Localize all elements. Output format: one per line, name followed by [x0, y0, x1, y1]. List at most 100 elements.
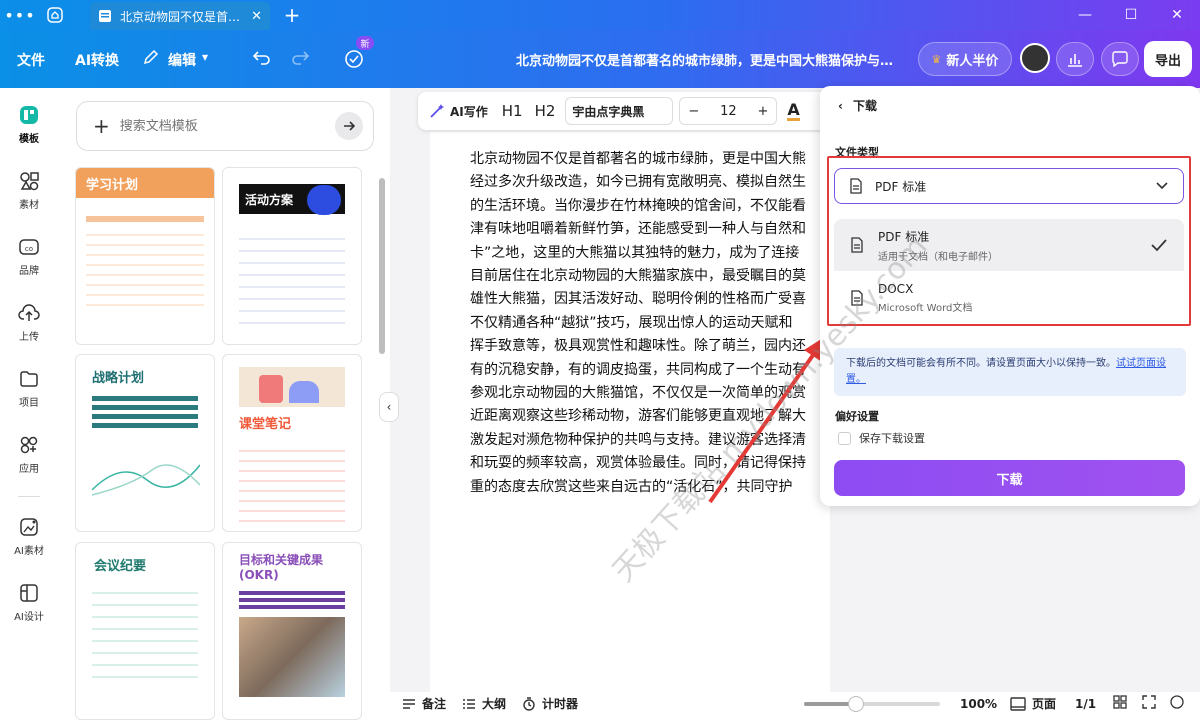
- checkbox-box[interactable]: [838, 431, 851, 445]
- rail-label: 模板: [19, 134, 39, 145]
- font-family-select[interactable]: 宇由点字典黑: [565, 97, 674, 125]
- assets-icon: [20, 172, 39, 191]
- rail-item-upload[interactable]: 上传: [0, 302, 58, 343]
- rail-item-ai-assets[interactable]: AI素材: [0, 516, 58, 557]
- card-chart: [91, 464, 201, 496]
- help-icon[interactable]: [1170, 695, 1184, 712]
- zoom-slider[interactable]: [804, 696, 940, 712]
- chevron-down-icon: [1155, 178, 1169, 195]
- template-card-class-notes[interactable]: 课堂笔记: [222, 354, 362, 532]
- maximize-icon[interactable]: ☐: [1108, 0, 1154, 30]
- template-card-meeting-minutes[interactable]: 会议纪要: [75, 542, 215, 720]
- ai-write-button[interactable]: AI写作: [428, 102, 488, 120]
- text-line: 的生活环境。当你漫步在竹林掩映的馆舍间，不仅能看: [470, 197, 806, 214]
- option-desc: 适用于文档（和电子邮件）: [878, 251, 998, 263]
- rail-item-ai-design[interactable]: AI设计: [0, 582, 58, 623]
- download-panel-title: 下载: [852, 99, 877, 113]
- template-card-event-plan[interactable]: 活动方案: [222, 167, 362, 345]
- template-card-study-plan[interactable]: 学习计划: [75, 167, 215, 345]
- redo-icon[interactable]: [290, 47, 310, 71]
- timer-label: 计时器: [542, 697, 579, 711]
- paragraph-1[interactable]: 北京动物园不仅是首都著名的城市绿肺，更是中国大熊 经过多次升级改造，如今已拥有宽…: [470, 148, 822, 265]
- outline-icon: [463, 698, 476, 709]
- text-line: 卡”之地，这里的大熊猫以其独特的魅力，成为了连接: [470, 244, 800, 261]
- preferences-label: 偏好设置: [835, 410, 879, 423]
- page-count: 1/1: [1075, 696, 1097, 711]
- grid-view-icon[interactable]: [1113, 695, 1127, 712]
- selected-file-type: PDF 标准: [875, 179, 927, 194]
- new-tab-button[interactable]: +: [280, 3, 304, 27]
- collapse-panel-button[interactable]: ‹: [379, 392, 399, 422]
- analytics-button[interactable]: [1056, 42, 1094, 76]
- card-title: 课堂笔记: [239, 417, 292, 432]
- rail-label: 上传: [19, 332, 39, 343]
- document-tab-icon: [99, 10, 111, 22]
- font-size-decrease-button[interactable]: −: [688, 104, 699, 119]
- page-view-button[interactable]: 页面: [1010, 695, 1056, 712]
- cloud-sync-icon[interactable]: [343, 48, 365, 74]
- file-menu[interactable]: 文件: [17, 50, 45, 70]
- option-name: DOCX: [878, 282, 914, 296]
- page-icon: [1010, 696, 1026, 711]
- plus-icon[interactable]: +: [93, 114, 110, 138]
- minimize-icon[interactable]: —: [1062, 0, 1108, 30]
- card-title: 目标和关键成果(OKR): [239, 553, 324, 582]
- timer-button[interactable]: 计时器: [522, 695, 578, 712]
- fullscreen-icon[interactable]: [1142, 695, 1156, 712]
- zoom-slider-knob[interactable]: [847, 696, 864, 712]
- font-size-value[interactable]: 12: [720, 104, 737, 119]
- comment-button[interactable]: [1101, 42, 1139, 76]
- template-panel: + 学习计划 活动方案 战略计划 课堂笔记 会议纪要 目标和关键成果(: [58, 88, 390, 720]
- rail-item-brand[interactable]: co 品牌: [0, 236, 58, 277]
- card-row-header: [86, 216, 204, 222]
- edit-menu[interactable]: 编辑: [168, 50, 196, 70]
- notes-button[interactable]: 备注: [402, 695, 446, 712]
- document-tab[interactable]: 北京动物园不仅是首… ✕: [90, 2, 270, 30]
- download-back-button[interactable]: ‹ 下载: [838, 97, 877, 114]
- crown-icon: ♛: [931, 52, 942, 66]
- outline-label: 大纲: [482, 697, 507, 711]
- menu-dots-icon[interactable]: •••: [0, 6, 40, 25]
- page-label: 页面: [1032, 697, 1057, 711]
- rail-label: 素材: [19, 200, 39, 211]
- card-title: 学习计划: [76, 168, 214, 198]
- outline-button[interactable]: 大纲: [462, 695, 506, 712]
- left-rail: 模板 素材 co 品牌 上传 项目 应用 AI素材 AI设计: [0, 88, 58, 715]
- rail-item-apps[interactable]: 应用: [0, 434, 58, 475]
- save-settings-checkbox[interactable]: 保存下载设置: [838, 430, 925, 446]
- export-button[interactable]: 导出: [1144, 41, 1192, 77]
- zoom-level[interactable]: 100%: [960, 697, 997, 711]
- close-window-icon[interactable]: ✕: [1154, 0, 1200, 30]
- chevron-left-icon: ‹: [838, 99, 843, 113]
- download-button[interactable]: 下载: [834, 460, 1185, 496]
- new-badge: 新: [356, 36, 374, 50]
- file-type-select[interactable]: PDF 标准: [834, 168, 1184, 204]
- rail-item-projects[interactable]: 项目: [0, 368, 58, 409]
- format-toolbar: AI写作 H1 H2 宇由点字典黑 − 12 + A: [418, 92, 828, 130]
- font-size-increase-button[interactable]: +: [758, 104, 769, 119]
- close-tab-icon[interactable]: ✕: [251, 9, 262, 24]
- magic-wand-icon: [430, 104, 444, 118]
- search-submit-button[interactable]: [335, 112, 363, 140]
- document-title[interactable]: 北京动物园不仅是首都著名的城市绿肺，更是中国大熊猫保护与…: [516, 50, 893, 69]
- rail-item-template[interactable]: 模板: [0, 104, 58, 145]
- chevron-left-icon: ‹: [386, 400, 392, 414]
- rail-label: AI设计: [14, 612, 44, 623]
- template-card-strategy-plan[interactable]: 战略计划: [75, 354, 215, 532]
- undo-icon[interactable]: [252, 47, 272, 71]
- rail-item-assets[interactable]: 素材: [0, 170, 58, 211]
- home-icon[interactable]: [40, 0, 70, 30]
- heading2-button[interactable]: H2: [535, 102, 556, 120]
- option-docx[interactable]: DOCX Microsoft Word文档: [834, 272, 1184, 324]
- heading1-button[interactable]: H1: [502, 102, 523, 120]
- chevron-down-icon[interactable]: ▾: [202, 50, 208, 64]
- font-color-button[interactable]: A: [787, 101, 800, 121]
- option-pdf[interactable]: PDF 标准 适用于文档（和电子邮件）: [834, 219, 1184, 271]
- panel-scrollbar[interactable]: [379, 178, 385, 354]
- option-name: PDF 标准: [878, 229, 930, 244]
- promo-button[interactable]: ♛ 新人半价: [918, 42, 1012, 76]
- search-input[interactable]: [119, 118, 320, 134]
- template-card-okr[interactable]: 目标和关键成果(OKR): [222, 542, 362, 720]
- avatar[interactable]: [1020, 43, 1050, 73]
- ai-convert-menu[interactable]: AI转换: [75, 50, 119, 70]
